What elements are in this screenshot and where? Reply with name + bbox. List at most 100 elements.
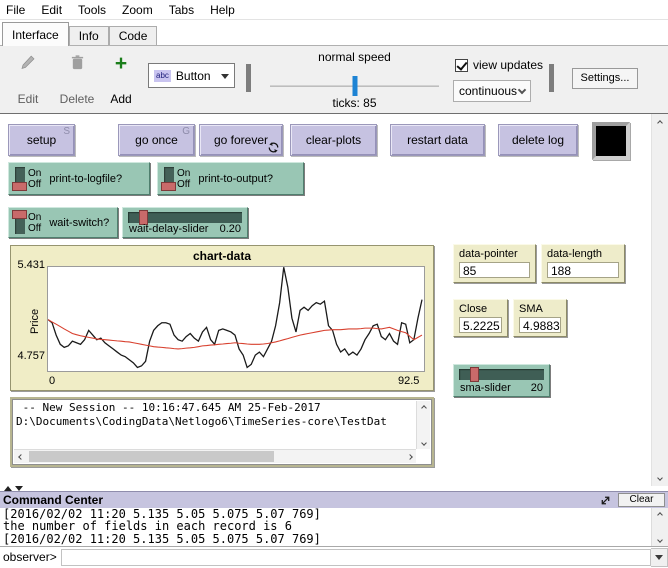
canvas-vertical-scrollbar[interactable]	[651, 114, 668, 486]
widget-type-dropdown[interactable]: abc Button	[148, 63, 235, 88]
view-updates-label: view updates	[473, 58, 543, 72]
monitor-label: Close	[459, 303, 502, 315]
off-label: Off	[177, 179, 190, 190]
scroll-right-button[interactable]	[403, 450, 416, 463]
button-label: go once	[135, 133, 178, 147]
output-line: D:\Documents\CodingData\Netlogo6\TimeSer…	[13, 415, 431, 428]
output-line: -- New Session -- 10:16:47.645 AM 25-Feb…	[13, 401, 431, 414]
y-axis-min-tick: 4.757	[13, 350, 45, 362]
x-axis-max-tick: 92.5	[398, 375, 419, 387]
scroll-down-button[interactable]	[652, 533, 668, 546]
expand-up-icon[interactable]	[4, 486, 12, 491]
scroll-up-button[interactable]	[652, 508, 668, 521]
settings-button[interactable]: Settings...	[572, 68, 638, 89]
toolbar-divider	[549, 64, 554, 92]
output-widget: -- New Session -- 10:16:47.645 AM 25-Feb…	[10, 397, 434, 467]
off-label: Off	[28, 223, 41, 234]
monitor-value: 5.2225	[459, 317, 502, 333]
button-label: restart data	[407, 133, 468, 147]
delete-log-button[interactable]: delete log	[498, 124, 578, 156]
setup-button[interactable]: S setup	[8, 124, 75, 156]
menu-file[interactable]: File	[0, 3, 33, 17]
sma-slider[interactable]: sma-slider 20	[453, 364, 550, 397]
scroll-up-button[interactable]	[652, 114, 668, 131]
switch-lever[interactable]	[15, 211, 25, 234]
tab-interface[interactable]: Interface	[2, 22, 69, 46]
monitor-data-pointer: data-pointer 85	[453, 244, 536, 283]
slider-track[interactable]	[128, 212, 242, 223]
interface-canvas: S setup G go once go forever clear-plots…	[0, 114, 668, 486]
world-view[interactable]	[592, 122, 630, 160]
plot-area	[47, 266, 425, 372]
restart-data-button[interactable]: restart data	[390, 124, 485, 156]
output-vertical-scrollbar[interactable]	[416, 401, 430, 449]
monitor-value: 4.9883	[519, 317, 561, 333]
delete-widget-button[interactable]: Delete	[54, 54, 100, 106]
update-mode-dropdown[interactable]: continuous	[453, 80, 531, 102]
button-label: go forever	[214, 133, 268, 147]
button-widget-icon: abc	[154, 70, 171, 82]
add-widget-button[interactable]: + Add	[104, 54, 138, 106]
slider-track[interactable]	[459, 369, 544, 380]
y-axis-max-tick: 5.431	[13, 259, 45, 271]
menu-tools[interactable]: Tools	[70, 3, 114, 17]
plot-title: chart-data	[11, 249, 433, 263]
go-forever-button[interactable]: go forever	[199, 124, 283, 156]
clear-button[interactable]: Clear	[618, 493, 665, 507]
scroll-up-button[interactable]	[417, 401, 430, 414]
scrollbar-thumb[interactable]	[29, 451, 274, 462]
scroll-down-button[interactable]	[652, 469, 668, 486]
slider-value: 0.20	[220, 223, 241, 235]
on-label: On	[177, 168, 190, 179]
menu-bar: File Edit Tools Zoom Tabs Help	[0, 0, 668, 20]
detach-window-icon[interactable]	[598, 494, 613, 507]
delete-label: Delete	[60, 92, 95, 106]
observer-prompt-label: observer>	[0, 550, 61, 564]
shortcut-key: S	[63, 126, 70, 137]
command-center-splitter[interactable]	[0, 486, 668, 491]
on-label: On	[28, 212, 41, 223]
switch-lever[interactable]	[164, 167, 174, 190]
slider-label: wait-delay-slider	[129, 223, 208, 235]
view-updates-checkbox[interactable]	[455, 59, 468, 72]
output-horizontal-scrollbar[interactable]	[14, 449, 416, 463]
speed-slider-thumb[interactable]	[352, 76, 357, 96]
go-once-button[interactable]: G go once	[118, 124, 195, 156]
menu-help[interactable]: Help	[202, 3, 243, 17]
clear-plots-button[interactable]: clear-plots	[290, 124, 377, 156]
off-label: Off	[28, 179, 41, 190]
tab-bar: Interface Info Code	[0, 20, 668, 46]
switch-wait-switch[interactable]: On Off wait-switch?	[8, 207, 118, 238]
command-center-header: Command Center Clear	[0, 491, 668, 508]
speed-control: normal speed ticks: 85	[262, 50, 447, 110]
update-mode-value: continuous	[459, 84, 517, 98]
command-center-log: [2016/02/02 11:20 5.135 5.05 5.075 5.07 …	[0, 508, 668, 546]
menu-edit[interactable]: Edit	[33, 3, 70, 17]
on-label: On	[28, 168, 41, 179]
menu-tabs[interactable]: Tabs	[161, 3, 202, 17]
pencil-icon	[20, 54, 36, 74]
log-line: the number of fields in each record is 6	[0, 520, 668, 532]
switch-print-to-output[interactable]: On Off print-to-output?	[157, 162, 304, 195]
menu-zoom[interactable]: Zoom	[114, 3, 161, 17]
scroll-left-button[interactable]	[14, 450, 27, 463]
add-label: Add	[110, 92, 131, 106]
log-vertical-scrollbar[interactable]	[651, 508, 668, 546]
switch-lever[interactable]	[15, 167, 25, 190]
tab-info[interactable]: Info	[69, 26, 109, 45]
speed-label: normal speed	[262, 50, 447, 64]
wait-delay-slider[interactable]: wait-delay-slider 0.20	[122, 207, 248, 238]
switch-print-to-logfile[interactable]: On Off print-to-logfile?	[8, 162, 150, 195]
monitor-close: Close 5.2225	[453, 299, 508, 337]
dropdown-arrow-icon	[655, 555, 663, 564]
chevron-down-icon	[518, 86, 526, 94]
edit-widget-button[interactable]: Edit	[8, 54, 48, 106]
history-dropdown-button[interactable]	[651, 548, 668, 567]
x-axis-min-tick: 0	[49, 375, 55, 387]
slider-handle[interactable]	[470, 367, 479, 382]
collapse-down-icon[interactable]	[15, 486, 23, 491]
command-input[interactable]	[61, 549, 651, 566]
log-line: [2016/02/02 11:20 5.135 5.05 5.075 5.07 …	[0, 533, 668, 545]
tab-code[interactable]: Code	[109, 26, 158, 45]
scroll-down-button[interactable]	[417, 436, 430, 449]
